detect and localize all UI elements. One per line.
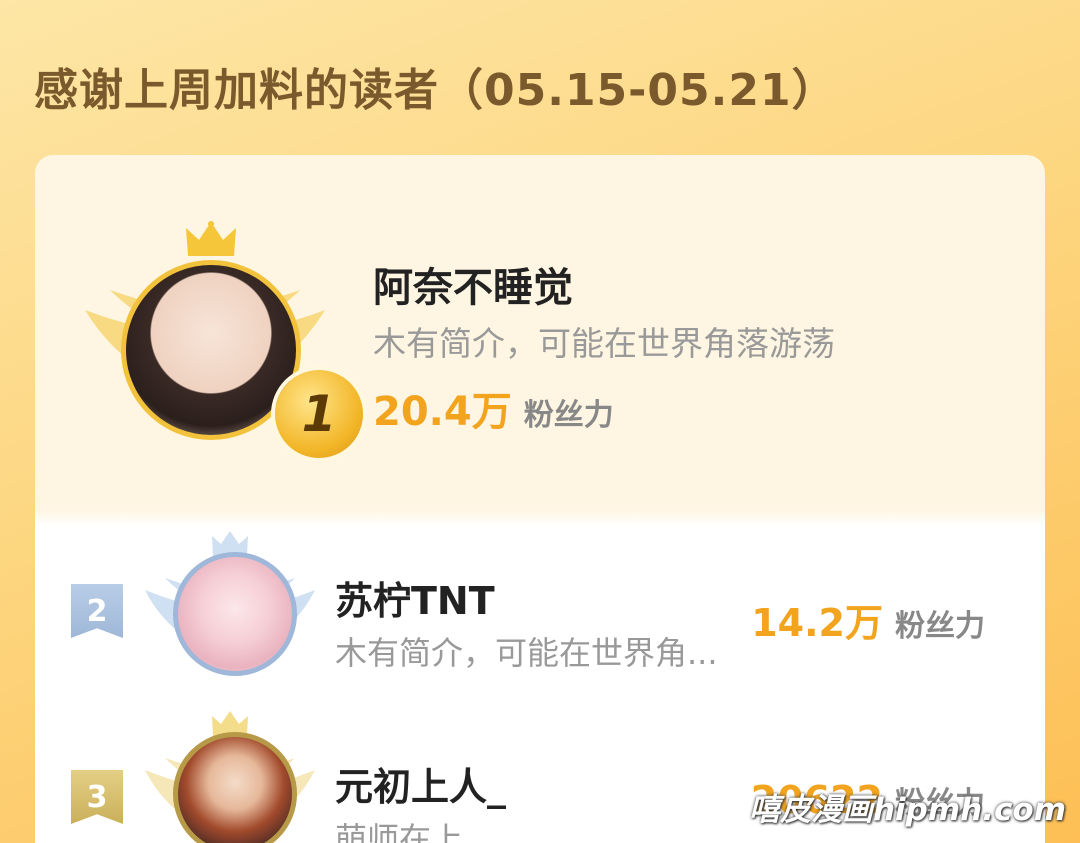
top-reader-bio: 木有简介，可能在世界角落游荡 [373,324,835,363]
top-reader-avatar-frame: 1 [85,220,363,458]
reader-bio: 萌师在上 [335,820,464,843]
reader-ranking-card: 1 阿奈不睡觉 木有简介，可能在世界角落游荡 20.4万 粉丝力 2 苏柠TNT … [35,155,1045,843]
fan-power-value: 20.4万 [373,389,512,435]
reader-bio: 木有简介，可能在世界角... [335,634,718,672]
page-title: 感谢上周加料的读者（05.15-05.21） [34,65,837,116]
fan-power-value: 14.2万 [751,601,883,645]
reader-name[interactable]: 元初上人_ [335,756,506,811]
rank-1-medal-icon: 1 [275,370,363,458]
fan-power-label: 粉丝力 [895,609,985,644]
reader-avatar-frame [145,530,315,700]
top-reader-avatar[interactable] [121,260,301,440]
rank-2-flag-icon: 2 [71,584,123,638]
reader-avatar-frame [145,710,315,843]
list-item[interactable]: 2 苏柠TNT 木有简介，可能在世界角... 14.2万 粉丝力 [35,530,1045,700]
watermark: 嘻皮漫画hipmh.com [748,792,1066,828]
top-reader-fan-power: 20.4万 粉丝力 [373,379,614,437]
reader-fan-power: 14.2万 粉丝力 [751,592,985,647]
crown-icon [186,221,236,256]
top-reader-name[interactable]: 阿奈不睡觉 [373,255,573,313]
fan-power-label: 粉丝力 [523,398,614,433]
reader-name[interactable]: 苏柠TNT [335,570,495,625]
reader-avatar[interactable] [173,552,297,676]
rank-3-flag-icon: 3 [71,770,123,824]
